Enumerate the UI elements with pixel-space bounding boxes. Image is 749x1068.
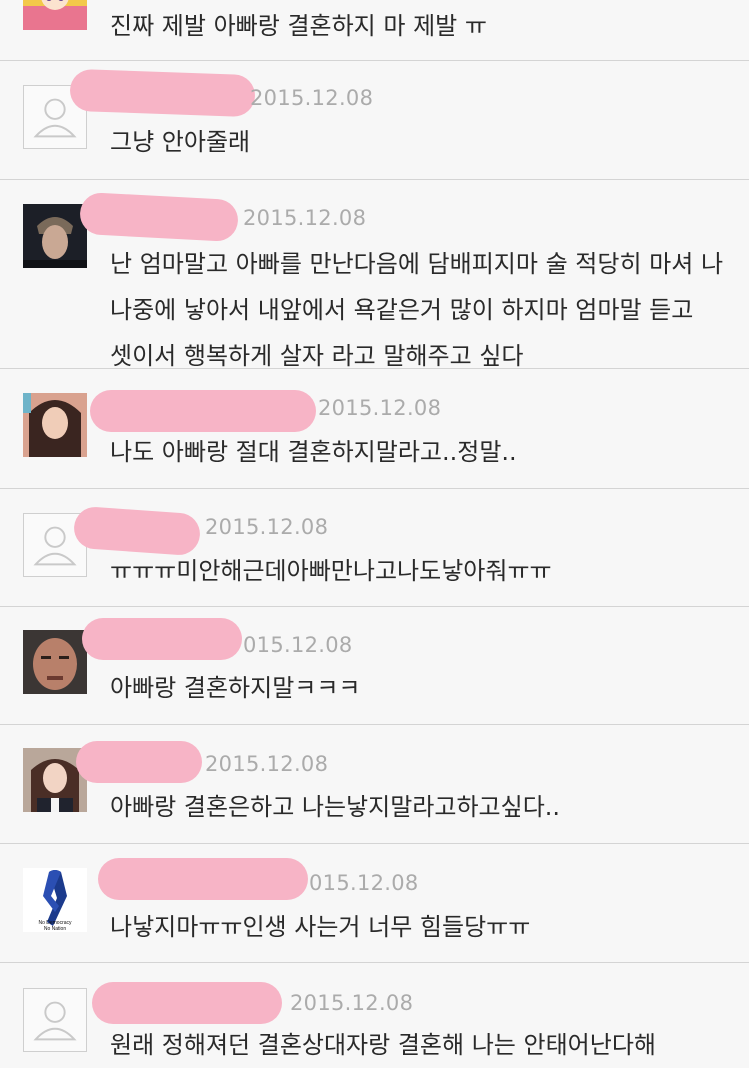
comment-date: 2015.12.08	[318, 396, 442, 420]
comment-text: ㅠㅠㅠ미안해근데아빠만나고나도낳아줘ㅠㅠ	[110, 557, 552, 585]
redacted-username	[90, 390, 316, 432]
divider	[0, 962, 749, 963]
comment-text: 아빠랑 결혼하지말ㅋㅋㅋ	[110, 674, 361, 702]
comment-date: 2015.12.08	[205, 515, 329, 539]
redacted-username	[92, 982, 282, 1024]
comment-date: 2015.12.08	[290, 991, 414, 1015]
redacted-username	[98, 858, 308, 900]
comment-text: 원래 정해져던 결혼상대자랑 결혼해 나는 안태어난다해	[110, 1031, 656, 1059]
redacted-username	[79, 191, 239, 243]
girl-photo[interactable]	[23, 393, 87, 457]
redacted-username	[69, 68, 256, 118]
comment-text: 나낳지마ㅠㅠ인생 사는거 너무 힘들당ㅠㅠ	[110, 913, 531, 941]
comment-text: 나도 아빠랑 절대 결혼하지말라고..정말..	[110, 438, 517, 466]
sailor-girl-avatar[interactable]	[23, 0, 87, 30]
default-user-icon[interactable]	[23, 988, 87, 1052]
dark-hair-man-photo[interactable]	[23, 204, 87, 268]
comment-date: 2015.12.08	[205, 752, 329, 776]
divider	[0, 724, 749, 725]
divider	[0, 60, 749, 61]
comment-text: 진짜 제발 아빠랑 결혼하지 마 제발 ㅠ	[110, 12, 487, 40]
redacted-username	[76, 741, 202, 783]
divider	[0, 843, 749, 844]
comment-date: 2015.12.08	[243, 206, 367, 230]
comment-date: 2015.12.08	[250, 86, 374, 110]
comment-text: 그냥 안아줄래	[110, 128, 251, 156]
comment-date: 015.12.08	[309, 871, 419, 895]
svg-text:No Nation: No Nation	[44, 926, 66, 932]
comment-text: 아빠랑 결혼은하고 나는낳지말라고하고싶다..	[110, 793, 561, 821]
comment-date: 015.12.08	[243, 633, 353, 657]
divider	[0, 179, 749, 180]
angry-man-photo[interactable]	[23, 630, 87, 694]
redacted-username	[82, 618, 242, 660]
divider	[0, 368, 749, 369]
divider	[0, 606, 749, 607]
ribbon-logo[interactable]: No Democracy No Nation	[23, 868, 87, 932]
divider	[0, 488, 749, 489]
comment-text: 난 엄마말고 아빠를 만난다음에 담배피지마 술 적당히 마셔 나 나중에 낳아…	[110, 250, 724, 370]
